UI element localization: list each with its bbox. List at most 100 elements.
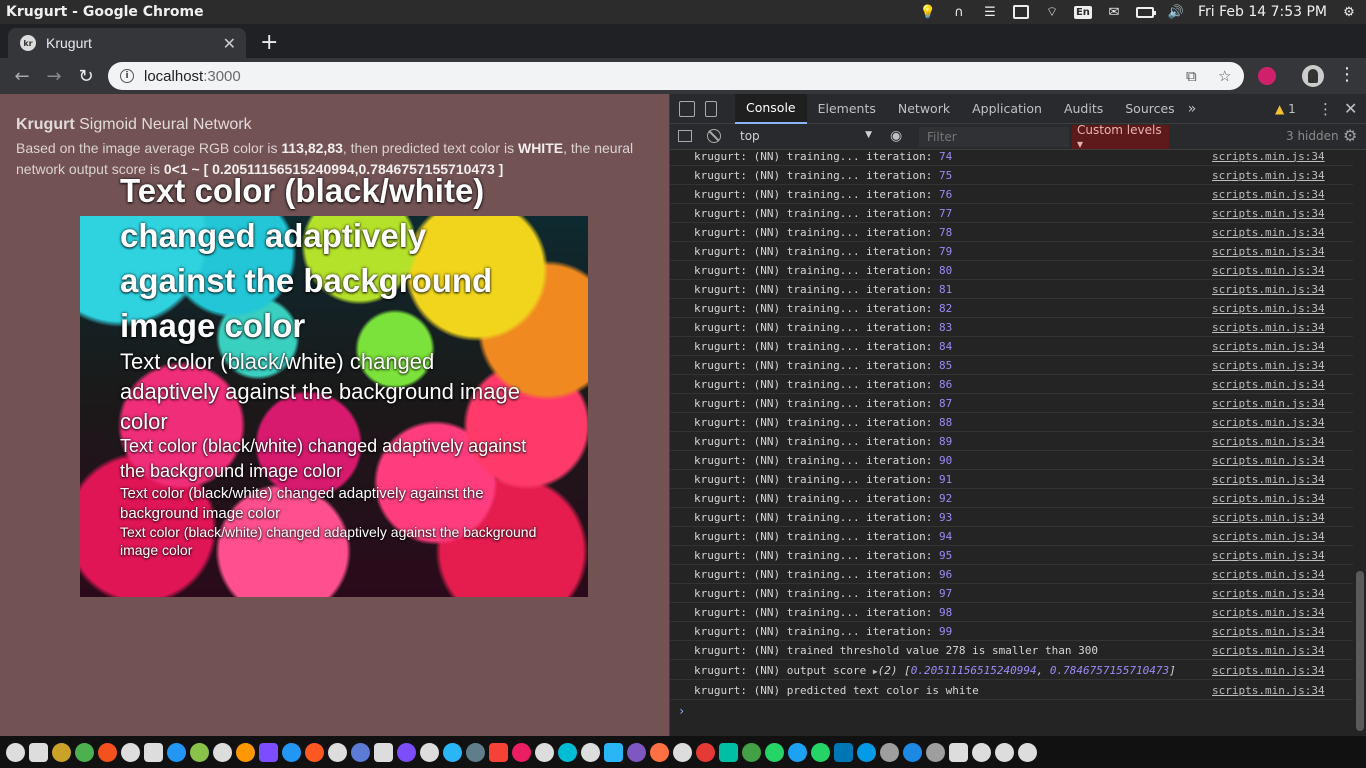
source-link[interactable]: scripts.min.js:34 [1212, 151, 1325, 163]
source-link[interactable]: scripts.min.js:34 [1212, 169, 1325, 182]
dock-app-icon[interactable] [949, 742, 968, 762]
console-sidebar-icon[interactable] [678, 130, 692, 142]
source-link[interactable]: scripts.min.js:34 [1212, 684, 1325, 697]
dock-app-icon[interactable] [213, 742, 232, 762]
dock-app-icon[interactable] [719, 742, 738, 762]
tab-elements[interactable]: Elements [807, 94, 887, 124]
source-link[interactable]: scripts.min.js:34 [1212, 454, 1325, 467]
dock-app-icon[interactable] [305, 742, 324, 762]
source-link[interactable]: scripts.min.js:34 [1212, 492, 1325, 505]
context-selector[interactable]: top ▼ [740, 129, 872, 143]
wifi-icon[interactable]: ⌔ [1043, 4, 1061, 20]
source-link[interactable]: scripts.min.js:34 [1212, 283, 1325, 296]
source-link[interactable]: scripts.min.js:34 [1212, 568, 1325, 581]
dock-app-icon[interactable] [1018, 742, 1037, 762]
profile-avatar[interactable] [1302, 65, 1324, 87]
warning-count[interactable]: ▲ 1 [1275, 102, 1296, 116]
open-in-app-icon[interactable]: ⧉ [1186, 67, 1197, 85]
dock-app-icon[interactable] [29, 742, 48, 762]
dock-app-icon[interactable] [880, 742, 899, 762]
console-scrollbar[interactable] [1353, 151, 1366, 736]
dock-app-icon[interactable] [742, 742, 761, 762]
dock-app-icon[interactable] [167, 742, 186, 762]
dock-app-icon[interactable] [52, 742, 71, 762]
dock-app-icon[interactable] [512, 742, 531, 762]
source-link[interactable]: scripts.min.js:34 [1212, 587, 1325, 600]
dock-app-icon[interactable] [581, 742, 600, 762]
console-filter-input[interactable] [919, 127, 1069, 147]
scrollbar-thumb[interactable] [1356, 571, 1364, 731]
keyboard-layout-icon[interactable]: En [1073, 4, 1092, 20]
source-link[interactable]: scripts.min.js:34 [1212, 359, 1325, 372]
dock-app-icon[interactable] [121, 742, 140, 762]
back-icon[interactable]: ← [6, 66, 38, 87]
close-tab-icon[interactable]: ✕ [223, 34, 236, 53]
dock-app-icon[interactable] [236, 742, 255, 762]
dock-app-icon[interactable] [926, 742, 945, 762]
dock-app-icon[interactable] [351, 742, 370, 762]
extension-icon[interactable] [1258, 67, 1276, 85]
bookmark-star-icon[interactable]: ☆ [1218, 67, 1231, 85]
clear-console-icon[interactable] [707, 129, 721, 143]
forward-icon[interactable]: → [38, 66, 70, 87]
source-link[interactable]: scripts.min.js:34 [1212, 549, 1325, 562]
source-link[interactable]: scripts.min.js:34 [1212, 207, 1325, 220]
dock-app-icon[interactable] [466, 742, 485, 762]
source-link[interactable]: scripts.min.js:34 [1212, 378, 1325, 391]
dock-app-icon[interactable] [650, 742, 669, 762]
live-expression-eye-icon[interactable]: ◉ [890, 128, 902, 144]
tab-console[interactable]: Console [735, 93, 807, 124]
dock-app-icon[interactable] [328, 742, 347, 762]
dock-app-icon[interactable] [834, 742, 853, 762]
dock-app-icon[interactable] [857, 742, 876, 762]
dock-app-icon[interactable] [282, 742, 301, 762]
tab-audits[interactable]: Audits [1053, 94, 1114, 124]
dock-app-icon[interactable] [144, 742, 163, 762]
dock-app-icon[interactable] [259, 742, 278, 762]
dock-app-icon[interactable] [788, 742, 807, 762]
source-link[interactable]: scripts.min.js:34 [1212, 226, 1325, 239]
shelf-icon[interactable]: ∩ [950, 4, 968, 20]
dock-app-icon[interactable] [903, 742, 922, 762]
dock-app-icon[interactable] [811, 742, 830, 762]
device-toolbar-icon[interactable] [705, 100, 717, 117]
dock-app-icon[interactable] [673, 742, 692, 762]
dock-app-icon[interactable] [765, 742, 784, 762]
source-link[interactable]: scripts.min.js:34 [1212, 606, 1325, 619]
dock-app-icon[interactable] [98, 742, 117, 762]
inspect-element-icon[interactable] [679, 100, 695, 117]
console-prompt[interactable]: › [678, 704, 685, 718]
battery-icon[interactable] [1135, 4, 1156, 20]
dock-app-icon[interactable] [489, 742, 508, 762]
list-icon[interactable]: ☰ [981, 4, 999, 20]
source-link[interactable]: scripts.min.js:34 [1212, 264, 1325, 277]
lightbulb-icon[interactable]: 💡 [919, 4, 937, 20]
dock-app-icon[interactable] [75, 742, 94, 762]
dock-app-icon[interactable] [397, 742, 416, 762]
log-levels-dropdown[interactable]: Custom levels ▾ [1072, 123, 1169, 151]
dock-app-icon[interactable] [443, 742, 462, 762]
dock-app-icon[interactable] [604, 742, 623, 762]
mail-icon[interactable]: ✉ [1105, 4, 1123, 20]
dock-app-icon[interactable] [558, 742, 577, 762]
source-link[interactable]: scripts.min.js:34 [1212, 664, 1325, 677]
source-link[interactable]: scripts.min.js:34 [1212, 473, 1325, 486]
tab-sources[interactable]: Sources [1114, 94, 1185, 124]
dock-app-icon[interactable] [6, 742, 25, 762]
source-link[interactable]: scripts.min.js:34 [1212, 530, 1325, 543]
tab-network[interactable]: Network [887, 94, 961, 124]
source-link[interactable]: scripts.min.js:34 [1212, 625, 1325, 638]
tab-application[interactable]: Application [961, 94, 1053, 124]
address-bar[interactable]: i localhost:3000 ⧉ ☆ [108, 62, 1244, 90]
copy-icon[interactable] [1012, 4, 1030, 20]
reload-icon[interactable]: ↻ [70, 66, 102, 87]
dock-app-icon[interactable] [374, 742, 393, 762]
source-link[interactable]: scripts.min.js:34 [1212, 511, 1325, 524]
clock[interactable]: Fri Feb 14 7:53 PM [1198, 4, 1327, 20]
site-info-icon[interactable]: i [120, 69, 134, 83]
chrome-menu-icon[interactable]: ⋮ [1338, 64, 1356, 85]
settings-icon[interactable]: ⚙ [1340, 4, 1358, 20]
source-link[interactable]: scripts.min.js:34 [1212, 321, 1325, 334]
dock-app-icon[interactable] [190, 742, 209, 762]
source-link[interactable]: scripts.min.js:34 [1212, 435, 1325, 448]
